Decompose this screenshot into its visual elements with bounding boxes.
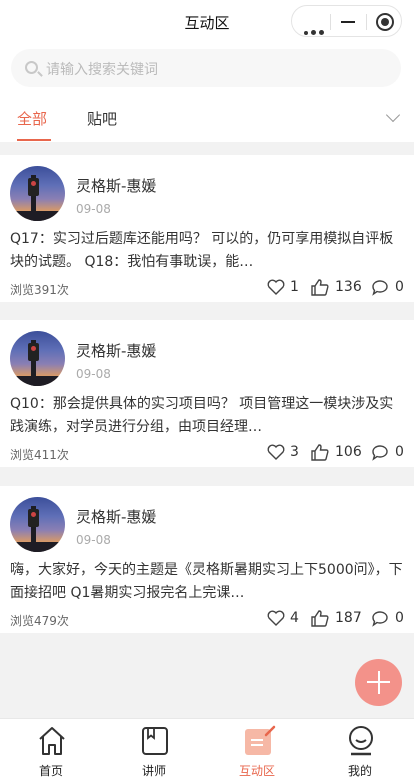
comment-icon bbox=[372, 280, 388, 296]
comment-count: 0 bbox=[395, 444, 404, 460]
post-date: 09-08 bbox=[76, 202, 111, 216]
interaction-icon bbox=[245, 725, 276, 755]
avatar[interactable] bbox=[10, 166, 65, 221]
post-author: 灵格斯-惠媛 bbox=[76, 508, 157, 526]
nav-profile-label: 我的 bbox=[347, 764, 372, 778]
capsule-divider bbox=[330, 14, 331, 30]
heart-icon bbox=[267, 279, 285, 295]
capsule-divider bbox=[366, 14, 367, 30]
active-tab-indicator bbox=[17, 139, 51, 141]
comment-count: 0 bbox=[395, 610, 404, 626]
bottom-navigation: 首页 讲师 互动区 我的 bbox=[0, 718, 414, 781]
post-content: 嗨，大家好，今天的主题是《灵格斯暑期实习上下5000问》，下面接招吧 Q1暑期实… bbox=[10, 562, 403, 601]
heart-icon bbox=[267, 444, 285, 460]
post-card[interactable]: 灵格斯-惠媛 09-08 嗨，大家好，今天的主题是《灵格斯暑期实习上下5000问… bbox=[0, 486, 414, 633]
lecturer-book-icon bbox=[142, 727, 168, 755]
tab-forum[interactable]: 贴吧 bbox=[87, 108, 117, 129]
thumbs-up-icon bbox=[311, 444, 329, 461]
home-icon bbox=[39, 727, 65, 755]
thumbs-up-count: 106 bbox=[335, 444, 362, 460]
avatar[interactable] bbox=[10, 331, 65, 386]
nav-interaction[interactable]: 互动区 bbox=[217, 719, 297, 781]
post-author: 灵格斯-惠媛 bbox=[76, 177, 157, 195]
comment-count: 0 bbox=[395, 279, 404, 295]
minimize-icon[interactable] bbox=[341, 21, 355, 23]
thumbs-up-count: 187 bbox=[335, 610, 362, 626]
like-count: 3 bbox=[290, 444, 299, 460]
nav-profile[interactable]: 我的 bbox=[320, 719, 400, 781]
search-bar-container: 请输入搜索关键词 bbox=[0, 44, 414, 92]
post-content: Q10：那会提供具体的实习项目吗？ 项目管理这一模块涉及实践演练，对学员进行分组… bbox=[10, 396, 394, 435]
post-card[interactable]: 灵格斯-惠媛 09-08 Q10：那会提供具体的实习项目吗？ 项目管理这一模块涉… bbox=[0, 320, 414, 467]
search-placeholder: 请输入搜索关键词 bbox=[46, 62, 158, 78]
avatar[interactable] bbox=[10, 497, 65, 552]
heart-icon bbox=[267, 610, 285, 626]
view-count: 浏览411次 bbox=[10, 448, 69, 462]
like-count: 4 bbox=[290, 610, 299, 626]
mini-program-capsule bbox=[291, 5, 402, 37]
add-post-button[interactable] bbox=[355, 659, 402, 706]
category-tabs: 全部 贴吧 bbox=[0, 92, 414, 142]
thumbs-up-icon bbox=[311, 279, 329, 296]
post-date: 09-08 bbox=[76, 367, 111, 381]
post-author: 灵格斯-惠媛 bbox=[76, 342, 157, 360]
more-icon[interactable] bbox=[304, 20, 327, 39]
view-count: 浏览479次 bbox=[10, 614, 69, 628]
nav-lecturer-label: 讲师 bbox=[141, 764, 166, 778]
thumbs-up-count: 136 bbox=[335, 279, 362, 295]
like-count: 1 bbox=[290, 279, 299, 295]
nav-home-label: 首页 bbox=[38, 764, 63, 778]
nav-home[interactable]: 首页 bbox=[11, 719, 91, 781]
comment-icon bbox=[372, 611, 388, 627]
view-count: 浏览391次 bbox=[10, 283, 69, 297]
post-card[interactable]: 灵格斯-惠媛 09-08 Q17：实习过后题库还能用吗？ 可以的，仍可享用模拟自… bbox=[0, 155, 414, 302]
post-content: Q17：实习过后题库还能用吗？ 可以的，仍可享用模拟自评板块的试题。 Q18：我… bbox=[10, 231, 394, 270]
comment-icon bbox=[372, 445, 388, 461]
tab-all[interactable]: 全部 bbox=[17, 108, 47, 129]
title-bar: 互动区 bbox=[0, 0, 414, 44]
search-icon bbox=[25, 61, 38, 74]
nav-lecturer[interactable]: 讲师 bbox=[114, 719, 194, 781]
search-input[interactable]: 请输入搜索关键词 bbox=[11, 49, 401, 87]
close-target-icon[interactable] bbox=[376, 13, 394, 31]
nav-interaction-label: 互动区 bbox=[238, 764, 275, 778]
profile-icon bbox=[349, 726, 373, 756]
chevron-down-icon[interactable] bbox=[385, 107, 401, 123]
post-date: 09-08 bbox=[76, 533, 111, 547]
thumbs-up-icon bbox=[311, 610, 329, 627]
